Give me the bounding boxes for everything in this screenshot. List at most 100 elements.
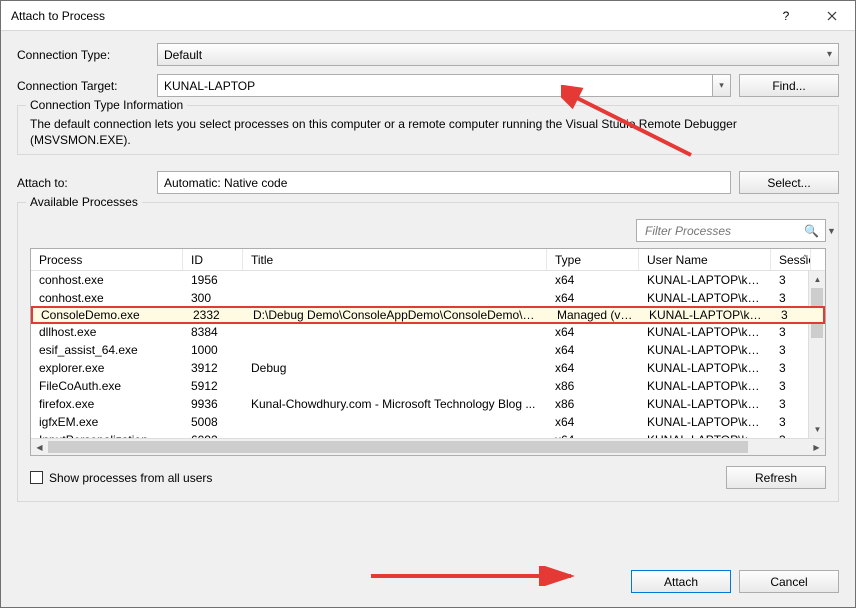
horizontal-scrollbar[interactable]: ◀ ▶ (31, 438, 825, 455)
filter-input-field[interactable] (643, 223, 804, 239)
sort-up-icon: ^ (803, 253, 807, 263)
table-row[interactable]: conhost.exe1956 x64KUNAL-LAPTOP\kunal3 (31, 271, 825, 289)
table-cell: ConsoleDemo.exe (33, 308, 185, 322)
select-button[interactable]: Select... (739, 171, 839, 194)
table-cell: explorer.exe (31, 361, 183, 375)
table-cell: Managed (v4.... (549, 308, 641, 322)
table-cell: x64 (547, 343, 639, 357)
table-cell: 3 (771, 273, 811, 287)
table-cell: 3 (771, 343, 811, 357)
table-cell: KUNAL-LAPTOP\kunal (639, 397, 771, 411)
show-all-users-checkbox[interactable]: Show processes from all users (30, 471, 212, 485)
table-cell: x86 (547, 397, 639, 411)
chevron-down-icon: ▾ (827, 49, 832, 60)
column-header-session[interactable]: Sessio ^ (771, 249, 811, 270)
table-row[interactable]: FileCoAuth.exe5912 x86KUNAL-LAPTOP\kunal3 (31, 377, 825, 395)
table-cell: KUNAL-LAPTOP\kunal (639, 343, 771, 357)
checkbox-box (30, 471, 43, 484)
table-cell: 5912 (183, 379, 243, 393)
table-cell: 3 (771, 415, 811, 429)
connection-type-info-group: Connection Type Information The default … (17, 105, 839, 155)
connection-target-value: KUNAL-LAPTOP (164, 79, 255, 93)
cancel-button[interactable]: Cancel (739, 570, 839, 593)
scroll-track-vertical (809, 338, 825, 421)
connection-target-label: Connection Target: (17, 79, 157, 93)
dialog-footer: Attach Cancel (623, 570, 839, 593)
table-cell: KUNAL-LAPTOP\kunal (639, 361, 771, 375)
table-body: conhost.exe1956x64KUNAL-LAPTOP\kunal3con… (31, 271, 825, 449)
table-cell: 3 (771, 291, 811, 305)
table-cell: x64 (547, 325, 639, 339)
connection-target-input[interactable]: KUNAL-LAPTOP (157, 74, 713, 97)
column-header-id[interactable]: ID (183, 249, 243, 270)
attach-to-value: Automatic: Native code (164, 176, 287, 190)
column-header-type[interactable]: Type (547, 249, 639, 270)
available-processes-group: Available Processes 🔍 ▼ Process ID Title… (17, 202, 839, 502)
refresh-button[interactable]: Refresh (726, 466, 826, 489)
table-cell: 9936 (183, 397, 243, 411)
table-row[interactable]: firefox.exe9936Kunal-Chowdhury.com - Mic… (31, 395, 825, 413)
scroll-thumb-horizontal[interactable] (48, 441, 748, 453)
table-cell: FileCoAuth.exe (31, 379, 183, 393)
table-cell: Debug (243, 361, 547, 375)
column-header-username[interactable]: User Name (639, 249, 771, 270)
close-button[interactable] (809, 1, 855, 31)
table-cell: 3 (771, 379, 811, 393)
table-cell: x64 (547, 361, 639, 375)
process-table: Process ID Title Type User Name Sessio ^… (30, 248, 826, 456)
table-cell: 1956 (183, 273, 243, 287)
table-row[interactable]: dllhost.exe8384x64KUNAL-LAPTOP\kunal3 (31, 323, 825, 341)
table-cell: 300 (183, 291, 243, 305)
connection-type-label: Connection Type: (17, 48, 157, 62)
table-cell: x64 (547, 291, 639, 305)
show-all-users-label: Show processes from all users (49, 471, 212, 485)
attach-to-process-dialog: Attach to Process ? Connection Type: Def… (0, 0, 856, 608)
table-cell: 1000 (183, 343, 243, 357)
connection-target-dropdown-button[interactable]: ▾ (713, 74, 731, 97)
connection-type-dropdown[interactable]: Default ▾ (157, 43, 839, 66)
table-row[interactable]: esif_assist_64.exe1000x64KUNAL-LAPTOP\ku… (31, 341, 825, 359)
scroll-right-button[interactable]: ▶ (808, 439, 825, 456)
table-cell: 5008 (183, 415, 243, 429)
table-cell: x86 (547, 379, 639, 393)
table-cell: 8384 (183, 325, 243, 339)
window-title: Attach to Process (11, 9, 763, 23)
table-cell: 3 (773, 308, 813, 322)
filter-processes-input[interactable]: 🔍 ▼ (636, 219, 826, 242)
table-cell: 3912 (183, 361, 243, 375)
attach-button[interactable]: Attach (631, 570, 731, 593)
table-cell: conhost.exe (31, 273, 183, 287)
table-cell: D:\Debug Demo\ConsoleAppDemo\ConsoleDemo… (245, 308, 549, 322)
connection-type-value: Default (164, 48, 202, 62)
scroll-left-button[interactable]: ◀ (31, 439, 48, 456)
table-cell: dllhost.exe (31, 325, 183, 339)
scroll-up-button[interactable]: ▲ (809, 271, 826, 288)
close-icon (827, 11, 837, 21)
table-row[interactable]: explorer.exe3912Debugx64KUNAL-LAPTOP\kun… (31, 359, 825, 377)
table-row[interactable]: ConsoleDemo.exe2332D:\Debug Demo\Console… (31, 306, 825, 324)
scroll-down-button[interactable]: ▼ (809, 421, 826, 438)
titlebar: Attach to Process ? (1, 1, 855, 31)
table-cell: x64 (547, 273, 639, 287)
column-header-process[interactable]: Process (31, 249, 183, 270)
table-cell: KUNAL-LAPTOP\kunal (639, 379, 771, 393)
table-row[interactable]: igfxEM.exe5008x64KUNAL-LAPTOP\kunal3 (31, 413, 825, 431)
table-cell: conhost.exe (31, 291, 183, 305)
scroll-track-horizontal (748, 439, 808, 455)
table-header: Process ID Title Type User Name Sessio ^ (31, 249, 825, 271)
connection-type-info-text: The default connection lets you select p… (30, 116, 826, 148)
column-header-title[interactable]: Title (243, 249, 547, 270)
search-icon: 🔍 (804, 224, 819, 238)
help-button[interactable]: ? (763, 1, 809, 31)
find-button[interactable]: Find... (739, 74, 839, 97)
table-cell: 3 (771, 397, 811, 411)
table-cell: KUNAL-LAPTOP\kunal (639, 415, 771, 429)
table-cell: KUNAL-LAPTOP\kunal (641, 308, 773, 322)
table-row[interactable]: conhost.exe300x64KUNAL-LAPTOP\kunal3 (31, 289, 825, 307)
attach-to-value-box: Automatic: Native code (157, 171, 731, 194)
dropdown-chevron-icon[interactable]: ▼ (827, 226, 836, 236)
vertical-scrollbar[interactable]: ▲ ▼ (808, 271, 825, 438)
table-cell: 3 (771, 325, 811, 339)
table-cell: KUNAL-LAPTOP\kunal (639, 273, 771, 287)
annotation-arrow-2 (371, 566, 591, 586)
